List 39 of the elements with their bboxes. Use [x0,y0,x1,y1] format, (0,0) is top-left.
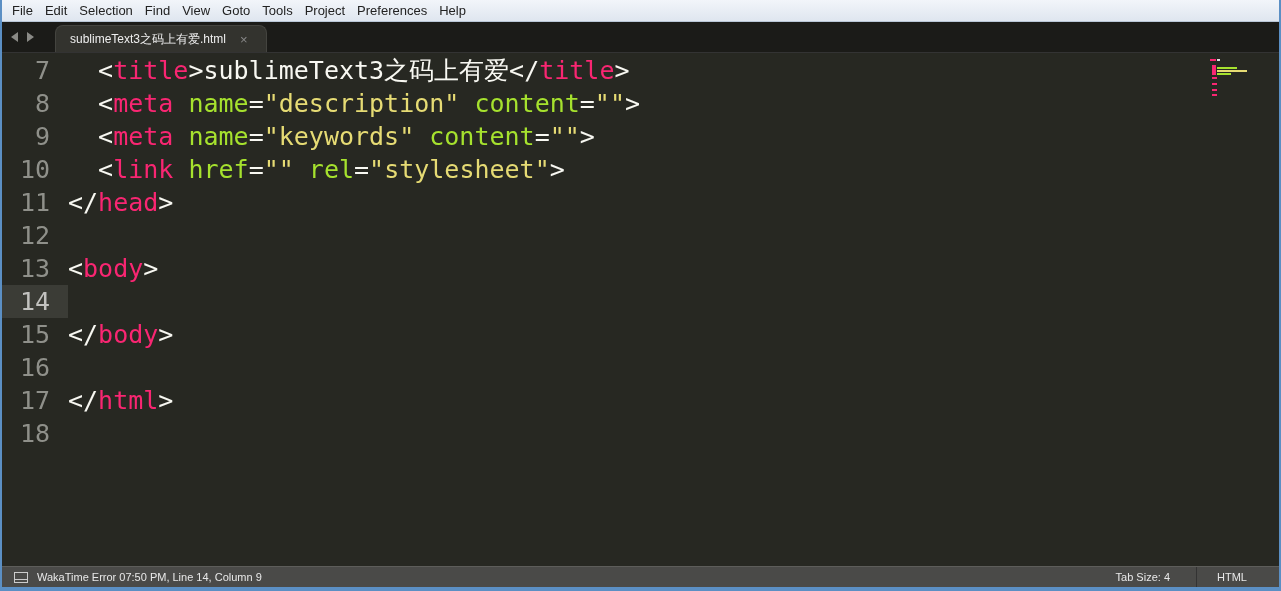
line-number: 15 [18,319,51,351]
menu-item[interactable]: Edit [38,3,74,18]
menu-item[interactable]: Preferences [351,3,434,18]
line-number: 7 [33,55,51,87]
panel-icon[interactable] [14,571,28,583]
previous-arrow-icon[interactable] [10,32,20,42]
line-number: 16 [18,352,51,384]
menu-item[interactable]: File [6,3,39,18]
line-number: 11 [18,187,51,219]
line-number: 18 [18,418,51,450]
menu-item[interactable]: Project [298,3,352,18]
next-arrow-icon[interactable] [25,32,35,42]
line-number: 14 [2,285,68,318]
menu-item[interactable]: Tools [256,3,299,18]
code-line: <title>sublimeText3之码上有爱</title> [97,55,630,87]
code-line: </body> [68,320,174,349]
code-line: <body> [68,254,159,283]
line-number: 9 [33,121,51,153]
syntax-indicator[interactable]: HTML [1197,571,1279,583]
code-line: </html> [68,386,174,415]
tab-title: sublimeText3之码上有爱.html [70,30,227,48]
line-number: 10 [18,154,51,186]
status-message: WakaTime Error 07:50 PM, Line 14, Column 9 [37,571,263,583]
line-number: 8 [33,88,51,120]
file-tab[interactable]: sublimeText3之码上有爱.html × [55,25,267,52]
code-line: <link href="" rel="stylesheet"> [97,155,565,184]
menu-item[interactable]: View [176,3,217,18]
line-number: 12 [18,220,51,252]
close-button[interactable]: × [240,31,248,47]
line-number: 17 [18,385,51,417]
code-line: <meta name="description" content=""> [97,89,641,118]
menu-item[interactable]: Goto [216,3,257,18]
line-number: 13 [18,253,51,285]
menu-item[interactable]: Find [138,3,177,18]
code-line: </head> [68,188,174,217]
code-line: <meta name="keywords" content=""> [97,122,595,151]
menu-item[interactable]: Selection [73,3,139,18]
tab-size-indicator[interactable]: Tab Size: 4 [1100,567,1197,587]
menu-item[interactable]: Help [433,3,472,18]
